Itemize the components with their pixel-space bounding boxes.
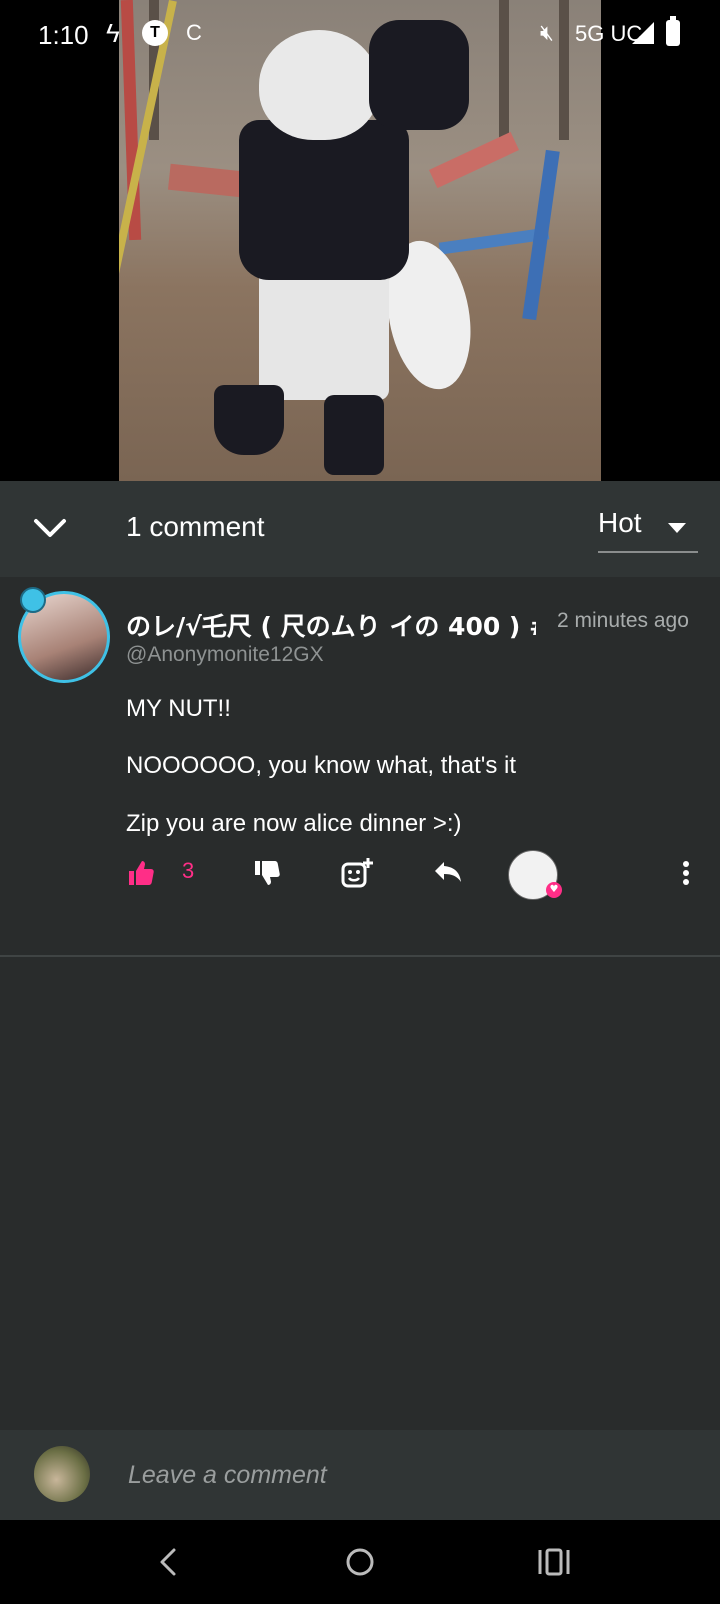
flash-icon: ϟ — [106, 18, 120, 48]
dislike-icon[interactable] — [252, 858, 282, 888]
comments-header: 1 comment Hot — [0, 481, 720, 577]
comment-input[interactable] — [126, 1452, 690, 1498]
back-icon[interactable] — [148, 1542, 188, 1582]
sort-value: Hot — [598, 507, 642, 538]
mute-icon: 🔇︎ — [540, 20, 554, 45]
like-icon[interactable] — [126, 858, 156, 888]
character-boot — [214, 385, 284, 455]
comment-text-line: NOOOOOO, you know what, that's it — [126, 752, 517, 779]
recents-icon[interactable] — [534, 1542, 574, 1582]
chevron-down-icon[interactable] — [28, 507, 72, 551]
post-image[interactable] — [119, 0, 601, 481]
status-bar: 1:10 ϟ T C 🔇︎ 5G UC — [0, 0, 720, 70]
like-count: 3 — [182, 858, 195, 883]
character-body — [239, 120, 409, 280]
system-nav-bar — [0, 1520, 720, 1604]
avatar-badge-icon — [20, 587, 46, 613]
character-legs — [259, 270, 389, 400]
tmobile-icon: T — [142, 20, 168, 46]
comment-text-line: MY NUT!! — [126, 695, 231, 722]
comment-handle[interactable]: @Anonymonite12GX — [126, 643, 324, 667]
post-media — [0, 0, 720, 481]
comment-composer — [0, 1430, 720, 1520]
add-reaction-icon[interactable] — [340, 856, 374, 890]
comment-count: 1 comment — [126, 511, 265, 542]
comment-text-line: Zip you are now alice dinner >:) — [126, 810, 462, 837]
reply-icon[interactable] — [432, 858, 464, 888]
status-time: 1:10 — [38, 20, 89, 50]
signal-icon — [632, 22, 654, 44]
more-options-icon[interactable] — [676, 858, 696, 888]
c-icon: C — [186, 20, 202, 45]
comment-username[interactable]: のレ/√乇尺 ( 尺のムり イの 400 ) #TI — [126, 607, 536, 643]
dropdown-arrow-icon — [668, 523, 686, 533]
home-icon[interactable] — [340, 1542, 380, 1582]
heart-icon: ♥ — [546, 882, 562, 898]
battery-charging-icon — [666, 16, 680, 46]
swing-seat — [428, 131, 520, 189]
sort-dropdown[interactable]: Hot — [598, 503, 698, 553]
character-boot — [324, 395, 384, 475]
comment-timestamp: 2 minutes ago — [557, 609, 689, 632]
user-avatar — [34, 1446, 90, 1502]
comment-actions: 3 ♥ — [0, 850, 720, 902]
comment-item: のレ/√乇尺 ( 尺のムり イの 400 ) #TI 2 minutes ago… — [0, 577, 720, 957]
